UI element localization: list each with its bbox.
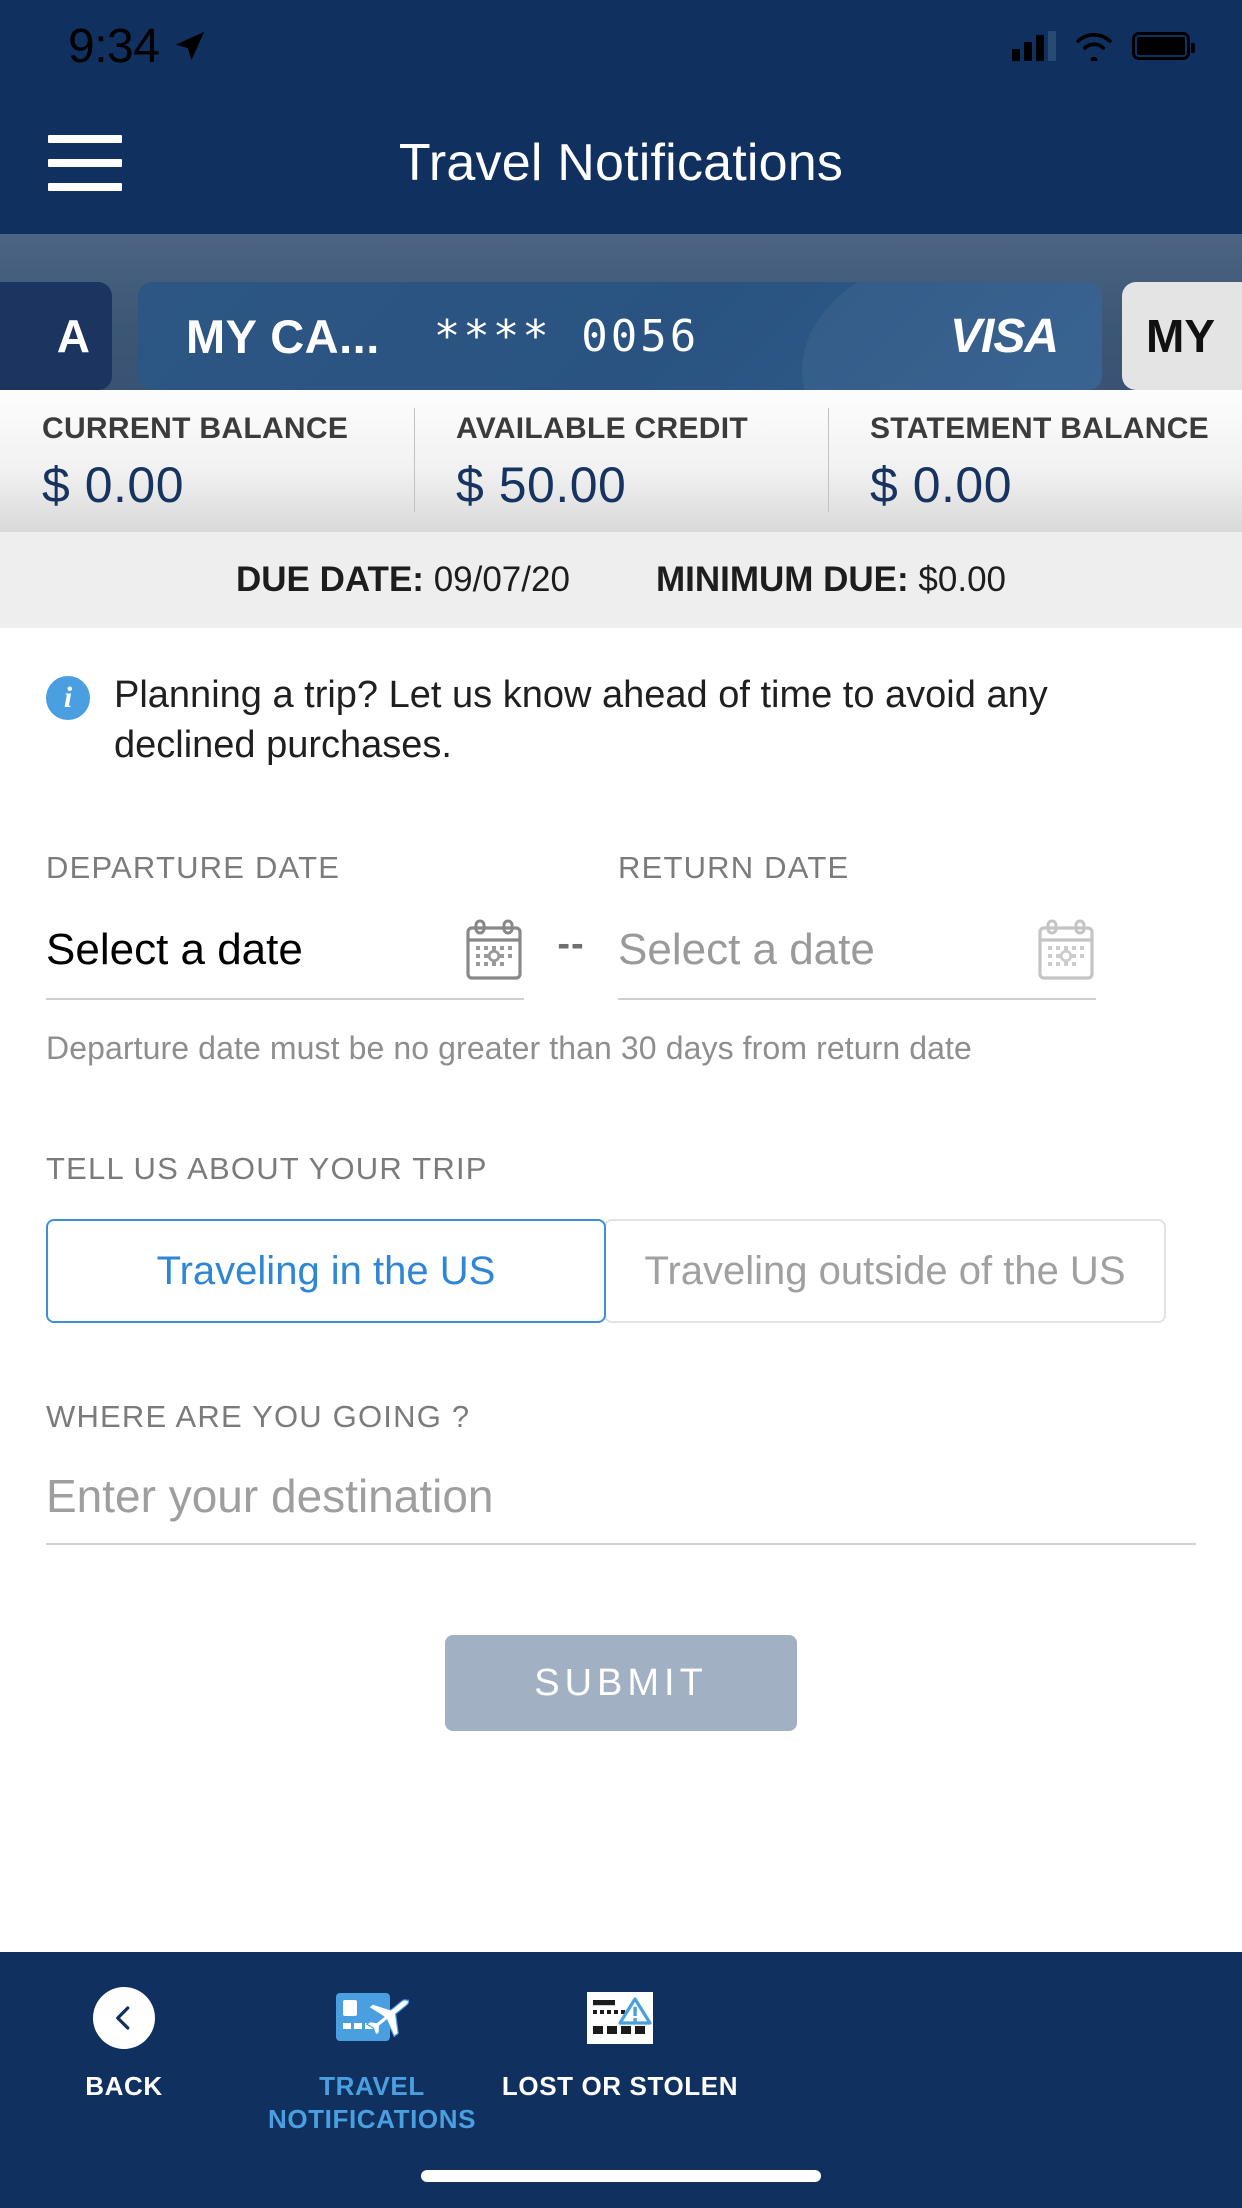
card-warning-icon	[587, 1992, 653, 2044]
nav-item-back[interactable]: BACK	[0, 1980, 248, 2137]
nav-item-lost-or-stolen[interactable]: LOST OR STOLEN	[496, 1980, 744, 2137]
balance-label: STATEMENT BALANCE	[870, 412, 1209, 445]
balance-statement: STATEMENT BALANCE $ 0.00	[828, 390, 1242, 532]
date-helper-text: Departure date must be no greater than 3…	[46, 1030, 972, 1067]
return-date-field[interactable]: RETURN DATE Select a date	[618, 850, 1096, 1001]
due-row: DUE DATE: 09/07/20 MINIMUM DUE: $0.00	[0, 532, 1242, 628]
card-active[interactable]: MY CA... **** 0056 VISA	[138, 282, 1102, 390]
status-bar: 9:34	[0, 0, 1242, 92]
card-carousel[interactable]: A MY CA... **** 0056 VISA MY	[0, 234, 1242, 390]
back-icon-container	[93, 1980, 155, 2056]
battery-full-icon	[1132, 32, 1195, 60]
card-previous-label: A	[56, 310, 90, 362]
info-banner: i Planning a trip? Let us know ahead of …	[0, 628, 1242, 770]
date-range-separator: --	[557, 923, 585, 966]
submit-container: SUBMIT	[0, 1545, 1242, 1732]
minimum-due-label: MINIMUM DUE:	[655, 560, 909, 599]
info-banner-text: Planning a trip? Let us know ahead of ti…	[114, 674, 1048, 767]
trip-type-label: TELL US ABOUT YOUR TRIP	[46, 1151, 488, 1187]
bottom-navigation: BACK TRAVEL NOTIFICATIONS LOST OR STOLEN	[0, 1952, 1242, 2208]
bottom-nav-items: BACK TRAVEL NOTIFICATIONS LOST OR STOLEN	[0, 1952, 1242, 2137]
nav-label-back: BACK	[85, 2071, 163, 2101]
departure-date-value: Select a date	[46, 925, 303, 975]
balances-row: CURRENT BALANCE $ 0.00 AVAILABLE CREDIT …	[0, 390, 1242, 532]
app-header: Travel Notifications	[0, 92, 1242, 234]
home-indicator	[421, 2170, 821, 2182]
nav-item-travel-notifications[interactable]: TRAVEL NOTIFICATIONS	[248, 1980, 496, 2137]
balance-current: CURRENT BALANCE $ 0.00	[0, 390, 414, 532]
hamburger-menu-icon[interactable]	[48, 135, 122, 191]
submit-button[interactable]: SUBMIT	[445, 1635, 797, 1732]
status-indicators	[1012, 31, 1195, 61]
minimum-due-value: $0.00	[918, 560, 1007, 599]
balance-value: $ 0.00	[42, 457, 185, 513]
main-content: i Planning a trip? Let us know ahead of …	[0, 628, 1242, 1952]
wifi-icon	[1076, 33, 1112, 61]
destination-section: WHERE ARE YOU GOING ? Enter your destina…	[0, 1323, 1242, 1546]
return-date-input[interactable]: Select a date	[618, 918, 1096, 1001]
card-masked-number: **** 0056	[433, 310, 700, 362]
date-row: DEPARTURE DATE Select a date -- RETURN D…	[46, 850, 1196, 1001]
date-section: DEPARTURE DATE Select a date -- RETURN D…	[0, 770, 1242, 1067]
trip-type-option-in-us[interactable]: Traveling in the US	[46, 1219, 606, 1324]
cellular-signal-icon	[1012, 31, 1056, 61]
nav-label-lost-or-stolen: LOST OR STOLEN	[501, 2071, 739, 2101]
card-next-label: MY	[1146, 310, 1215, 362]
minimum-due: MINIMUM DUE: $0.00	[656, 560, 1006, 600]
balance-value: $ 0.00	[870, 457, 1013, 513]
nav-label-travel-notifications: TRAVEL NOTIFICATIONS	[267, 2071, 477, 2135]
departure-date-field[interactable]: DEPARTURE DATE Select a date	[46, 850, 524, 1001]
app-screen: 9:34 Travel Notifications A MY CA... ***…	[0, 0, 1242, 2208]
page-title: Travel Notifications	[398, 134, 844, 192]
due-date-value: 09/07/20	[433, 560, 570, 599]
balance-available-credit: AVAILABLE CREDIT $ 50.00	[414, 390, 828, 532]
status-time: 9:34	[68, 19, 160, 73]
card-previous[interactable]: A	[0, 282, 112, 390]
calendar-icon[interactable]	[1036, 918, 1096, 982]
travel-icon-container	[334, 1980, 410, 2056]
calendar-icon[interactable]	[464, 918, 524, 982]
balance-label: CURRENT BALANCE	[42, 412, 349, 445]
due-date: DUE DATE: 09/07/20	[236, 560, 570, 600]
info-circle-icon: i	[46, 676, 90, 720]
trip-type-section: TELL US ABOUT YOUR TRIP Traveling in the…	[0, 1067, 1242, 1324]
visa-logo: VISA	[949, 309, 1059, 363]
location-arrow-icon	[176, 31, 205, 61]
card-next[interactable]: MY	[1122, 282, 1242, 390]
card-nickname: MY CA...	[186, 309, 380, 363]
departure-date-input[interactable]: Select a date	[46, 918, 524, 1001]
balance-value: $ 50.00	[456, 457, 627, 513]
card-airplane-icon	[336, 1993, 410, 2041]
destination-input[interactable]: Enter your destination	[46, 1469, 1196, 1546]
destination-placeholder: Enter your destination	[46, 1470, 494, 1523]
chevron-left-circle-icon	[93, 1987, 155, 2049]
destination-label: WHERE ARE YOU GOING ?	[46, 1399, 471, 1435]
trip-type-segmented-control[interactable]: Traveling in the US Traveling outside of…	[46, 1219, 1196, 1324]
trip-type-option-outside-us[interactable]: Traveling outside of the US	[604, 1219, 1166, 1324]
balance-label: AVAILABLE CREDIT	[456, 412, 749, 445]
lost-stolen-icon-container	[585, 1980, 655, 2056]
status-time-group: 9:34	[68, 19, 207, 74]
return-date-value: Select a date	[618, 925, 875, 975]
due-date-label: DUE DATE:	[235, 560, 424, 599]
return-date-label: RETURN DATE	[618, 850, 850, 886]
departure-date-label: DEPARTURE DATE	[46, 850, 341, 886]
